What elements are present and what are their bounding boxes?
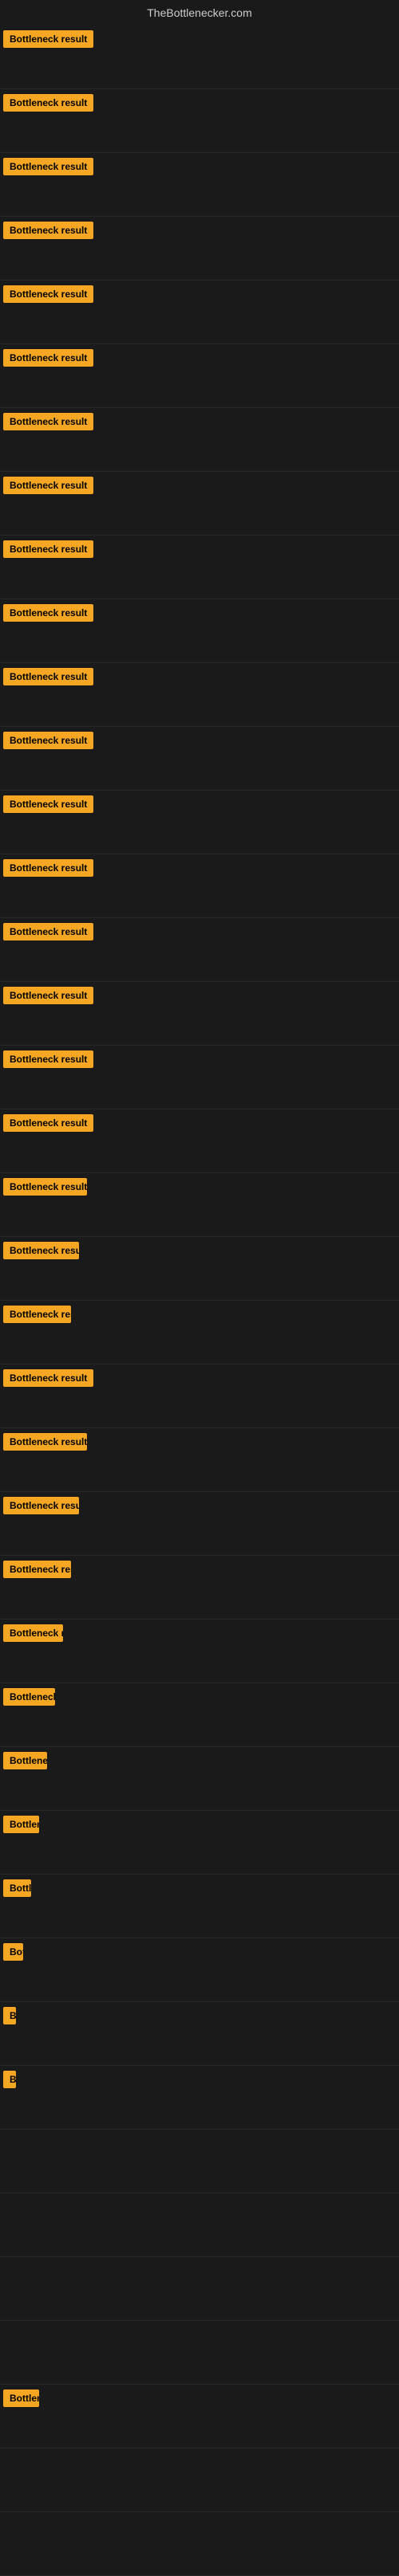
bottleneck-badge[interactable]: Bottleneck result xyxy=(3,604,93,622)
list-item: Bottleneck result xyxy=(0,1173,399,1237)
list-item: Bottleneck result xyxy=(0,472,399,536)
bottleneck-badge[interactable]: Bottleneck result xyxy=(3,1688,55,1706)
bottleneck-badge[interactable]: Bottleneck result xyxy=(3,732,93,749)
list-item: Bottleneck result xyxy=(0,536,399,599)
bottleneck-badge[interactable]: Bottleneck result xyxy=(3,668,93,685)
bottleneck-badge[interactable]: Bottleneck result xyxy=(3,413,93,430)
list-item: Bottleneck result xyxy=(0,727,399,791)
list-item: Bottleneck result xyxy=(0,1875,399,1938)
list-item: Bottleneck result xyxy=(0,153,399,217)
bottleneck-badge[interactable]: Bottleneck result xyxy=(3,477,93,494)
site-title: TheBottlenecker.com xyxy=(0,0,399,26)
list-item: Bottleneck result xyxy=(0,663,399,727)
bottleneck-badge[interactable]: Bottleneck result xyxy=(3,1624,63,1642)
list-item: Bottleneck result xyxy=(0,1620,399,1683)
bottleneck-badge[interactable]: Bottleneck result xyxy=(3,1497,79,1514)
bottleneck-badge[interactable]: Bottleneck result xyxy=(3,1433,87,1451)
list-item xyxy=(0,2512,399,2576)
list-item: Bottleneck result xyxy=(0,344,399,408)
list-item xyxy=(0,2321,399,2385)
list-item: Bottleneck result xyxy=(0,599,399,663)
bottleneck-badge[interactable]: Bottleneck result xyxy=(3,795,93,813)
list-item: Bottleneck result xyxy=(0,854,399,918)
bottleneck-badge[interactable]: Bottleneck result xyxy=(3,2389,39,2407)
bottleneck-badge[interactable]: Bottleneck result xyxy=(3,1178,87,1196)
list-item: Bottleneck result xyxy=(0,1301,399,1365)
list-item: Bottleneck result xyxy=(0,89,399,153)
list-item: Bottleneck result xyxy=(0,281,399,344)
list-item: Bottleneck result xyxy=(0,1683,399,1747)
bottleneck-badge[interactable]: Bottleneck result xyxy=(3,1561,71,1578)
list-item: Bottleneck result xyxy=(0,1428,399,1492)
list-item: Bottleneck result xyxy=(0,2066,399,2130)
list-item: Bottleneck result xyxy=(0,1046,399,1109)
list-item: Bottleneck result xyxy=(0,2002,399,2066)
bottleneck-badge[interactable]: Bottleneck result xyxy=(3,1879,31,1897)
bottleneck-badge[interactable]: Bottleneck result xyxy=(3,859,93,877)
list-item: Bottleneck result xyxy=(0,791,399,854)
bottleneck-badge[interactable]: Bottleneck result xyxy=(3,1306,71,1323)
bottleneck-badge[interactable]: Bottleneck result xyxy=(3,987,93,1004)
bottleneck-badge[interactable]: Bottleneck result xyxy=(3,285,93,303)
list-item xyxy=(0,2448,399,2512)
list-item: Bottleneck result xyxy=(0,408,399,472)
list-item: Bottleneck result xyxy=(0,1237,399,1301)
bottleneck-badge[interactable]: Bottleneck result xyxy=(3,1114,93,1132)
list-item: Bottleneck result xyxy=(0,1747,399,1811)
bottleneck-badge[interactable]: Bottleneck result xyxy=(3,1050,93,1068)
list-item: Bottleneck result xyxy=(0,1556,399,1620)
list-item: Bottleneck result xyxy=(0,2385,399,2448)
bottleneck-badge[interactable]: Bottleneck result xyxy=(3,158,93,175)
bottleneck-badge[interactable]: Bottleneck result xyxy=(3,94,93,112)
bottleneck-badge[interactable]: Bottleneck result xyxy=(3,2007,16,2024)
list-item: Bottleneck result xyxy=(0,1365,399,1428)
list-item xyxy=(0,2130,399,2193)
bottleneck-badge[interactable]: Bottleneck result xyxy=(3,349,93,367)
list-item: Bottleneck result xyxy=(0,1109,399,1173)
list-item xyxy=(0,2257,399,2321)
bottleneck-badge[interactable]: Bottleneck result xyxy=(3,923,93,940)
list-item: Bottleneck result xyxy=(0,918,399,982)
bottleneck-badge[interactable]: Bottleneck result xyxy=(3,222,93,239)
bottleneck-badge[interactable]: Bottleneck result xyxy=(3,1943,23,1961)
bottleneck-badge[interactable]: Bottleneck result xyxy=(3,2071,16,2088)
list-item: Bottleneck result xyxy=(0,1492,399,1556)
bottleneck-badge[interactable]: Bottleneck result xyxy=(3,30,93,48)
bottleneck-badge[interactable]: Bottleneck result xyxy=(3,1369,93,1387)
bottleneck-badge[interactable]: Bottleneck result xyxy=(3,1242,79,1259)
list-item: Bottleneck result xyxy=(0,1938,399,2002)
list-item xyxy=(0,2193,399,2257)
list-item: Bottleneck result xyxy=(0,26,399,89)
list-item: Bottleneck result xyxy=(0,1811,399,1875)
bottleneck-badge[interactable]: Bottleneck result xyxy=(3,1752,47,1769)
list-item: Bottleneck result xyxy=(0,982,399,1046)
bottleneck-badge[interactable]: Bottleneck result xyxy=(3,540,93,558)
bottleneck-badge[interactable]: Bottleneck result xyxy=(3,1816,39,1833)
list-item: Bottleneck result xyxy=(0,217,399,281)
